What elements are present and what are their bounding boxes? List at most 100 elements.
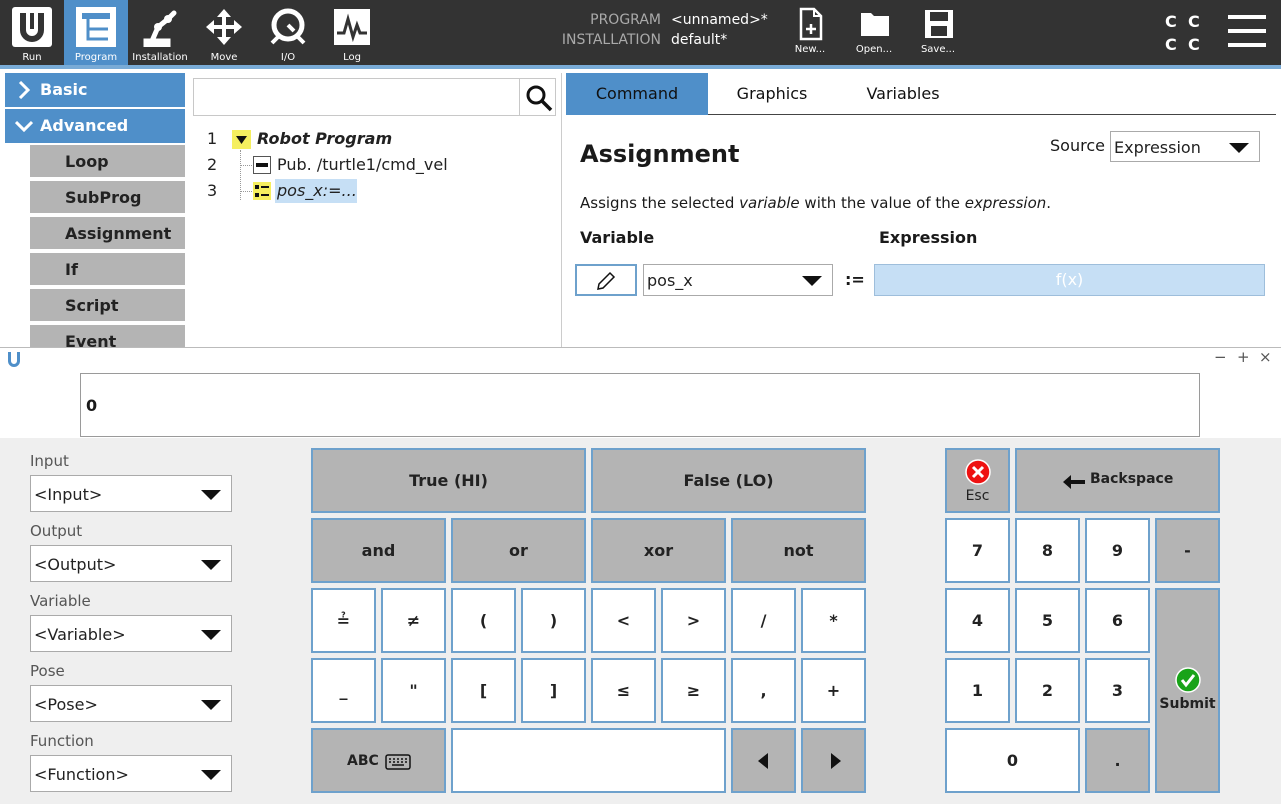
and-key[interactable]: and xyxy=(311,518,446,583)
collapse-toggle-icon[interactable] xyxy=(232,130,251,149)
key-2[interactable]: 2 xyxy=(1015,658,1080,723)
expression-input[interactable]: 0 xyxy=(80,373,1200,437)
quote-key[interactable]: " xyxy=(381,658,446,723)
expression-button[interactable]: f(x) xyxy=(874,264,1265,296)
not-equal-key[interactable]: ≠ xyxy=(381,588,446,653)
key-0[interactable]: 0 xyxy=(945,728,1080,793)
xor-key[interactable]: xor xyxy=(591,518,726,583)
minus-key[interactable]: - xyxy=(1155,518,1220,583)
decimal-key[interactable]: . xyxy=(1085,728,1150,793)
less-than-key[interactable]: < xyxy=(591,588,656,653)
chevron-down-icon xyxy=(201,700,221,710)
edit-variable-button[interactable] xyxy=(575,264,637,296)
abc-keyboard-button[interactable]: ABC xyxy=(311,728,446,793)
sidebar-item-script[interactable]: Script xyxy=(30,289,185,323)
key-4[interactable]: 4 xyxy=(945,588,1010,653)
new-label: New... xyxy=(794,44,826,55)
key-6[interactable]: 6 xyxy=(1085,588,1150,653)
category-advanced[interactable]: Advanced xyxy=(5,109,185,143)
or-key[interactable]: or xyxy=(451,518,586,583)
key-7[interactable]: 7 xyxy=(945,518,1010,583)
search-icon[interactable] xyxy=(525,84,553,112)
tab-variables[interactable]: Variables xyxy=(836,73,970,115)
cursor-right-key[interactable] xyxy=(801,728,866,793)
nav-log[interactable]: Log xyxy=(320,0,384,65)
chevron-down-icon xyxy=(201,770,221,780)
save-button[interactable]: Save... xyxy=(910,0,966,65)
sidebar-item-subprog[interactable]: SubProg xyxy=(30,181,185,215)
key-5[interactable]: 5 xyxy=(1015,588,1080,653)
nav-io[interactable]: I/O xyxy=(256,0,320,65)
source-dropdown[interactable]: Expression xyxy=(1110,131,1260,162)
tree-node-publish[interactable]: Pub. /turtle1/cmd_vel xyxy=(277,155,448,174)
less-equal-key[interactable]: ≤ xyxy=(591,658,656,723)
sidebar-item-event[interactable]: Event xyxy=(30,325,185,347)
not-key[interactable]: not xyxy=(731,518,866,583)
chevron-down-icon xyxy=(201,560,221,570)
greater-than-key[interactable]: > xyxy=(661,588,726,653)
pose-dropdown-value: <Pose> xyxy=(34,695,98,714)
category-basic[interactable]: Basic xyxy=(5,73,185,107)
multiply-key[interactable]: * xyxy=(801,588,866,653)
sidebar-item-label: If xyxy=(65,260,78,279)
close-bracket-key[interactable]: ] xyxy=(521,658,586,723)
expression-header: Expression xyxy=(879,228,978,247)
key-8[interactable]: 8 xyxy=(1015,518,1080,583)
assignment-node-icon xyxy=(253,182,271,200)
divide-key[interactable]: / xyxy=(731,588,796,653)
variable-select-dropdown[interactable]: <Variable> xyxy=(30,615,232,652)
keyboard-icon xyxy=(385,754,411,770)
tree-search-box[interactable] xyxy=(193,78,556,116)
cursor-left-key[interactable] xyxy=(731,728,796,793)
space-key[interactable] xyxy=(451,728,726,793)
nav-move[interactable]: Move xyxy=(192,0,256,65)
close-paren-key[interactable]: ) xyxy=(521,588,586,653)
plus-key[interactable]: + xyxy=(801,658,866,723)
search-input[interactable] xyxy=(196,81,516,113)
key-3[interactable]: 3 xyxy=(1085,658,1150,723)
variable-label: Variable xyxy=(30,592,91,610)
maximize-button[interactable]: + xyxy=(1237,348,1250,366)
category-basic-label: Basic xyxy=(40,80,88,99)
tree-node-robot-program[interactable]: Robot Program xyxy=(257,129,392,148)
nav-program[interactable]: Program xyxy=(64,0,128,65)
desc-text: . xyxy=(1046,194,1052,212)
backspace-button[interactable]: Backspace xyxy=(1015,448,1220,513)
open-bracket-key[interactable]: [ xyxy=(451,658,516,723)
comma-key[interactable]: , xyxy=(731,658,796,723)
submit-button[interactable]: Submit xyxy=(1155,588,1220,793)
input-dropdown[interactable]: <Input> xyxy=(30,475,232,512)
function-dropdown[interactable]: <Function> xyxy=(30,755,232,792)
underscore-key[interactable]: _ xyxy=(311,658,376,723)
tree-node-assignment[interactable]: pos_x:=... xyxy=(277,181,357,200)
triangle-left-icon xyxy=(758,753,768,769)
sidebar-item-if[interactable]: If xyxy=(30,253,185,287)
esc-button[interactable]: Esc xyxy=(945,448,1010,513)
minimize-button[interactable]: − xyxy=(1214,348,1227,366)
equals-key[interactable]: ≟ xyxy=(311,588,376,653)
arrow-left-icon xyxy=(1063,475,1085,489)
expression-input-area: 0 xyxy=(0,370,1281,438)
nav-run[interactable]: Run xyxy=(0,0,64,65)
open-button[interactable]: Open... xyxy=(846,0,902,65)
sidebar-item-assignment[interactable]: Assignment xyxy=(30,217,185,251)
new-button[interactable]: New... xyxy=(782,0,838,65)
tab-command[interactable]: Command xyxy=(566,73,708,115)
false-button[interactable]: False (LO) xyxy=(591,448,866,513)
nav-installation[interactable]: Installation xyxy=(128,0,192,65)
key-1[interactable]: 1 xyxy=(945,658,1010,723)
greater-equal-key[interactable]: ≥ xyxy=(661,658,726,723)
close-button[interactable]: × xyxy=(1259,348,1272,366)
tab-graphics[interactable]: Graphics xyxy=(708,73,836,115)
tree-guide-line xyxy=(240,191,252,192)
publish-node-icon xyxy=(253,156,271,174)
output-dropdown[interactable]: <Output> xyxy=(30,545,232,582)
pose-dropdown[interactable]: <Pose> xyxy=(30,685,232,722)
open-paren-key[interactable]: ( xyxy=(451,588,516,653)
hamburger-menu-icon[interactable] xyxy=(1228,15,1266,47)
sidebar-item-loop[interactable]: Loop xyxy=(30,145,185,179)
desc-text: with the value of the xyxy=(799,194,965,212)
variable-dropdown[interactable]: pos_x xyxy=(643,264,833,296)
true-button[interactable]: True (HI) xyxy=(311,448,586,513)
key-9[interactable]: 9 xyxy=(1085,518,1150,583)
